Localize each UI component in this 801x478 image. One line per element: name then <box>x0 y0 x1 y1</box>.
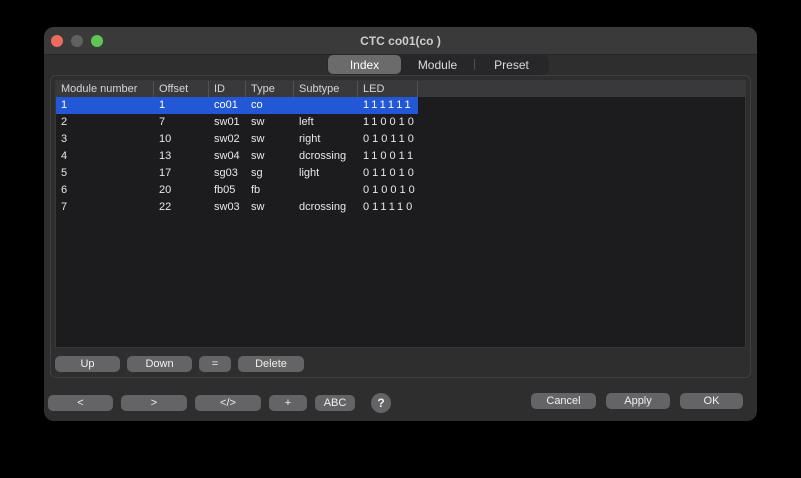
column-header-subtype[interactable]: Subtype <box>294 81 358 97</box>
up-button[interactable]: Up <box>55 356 120 372</box>
down-button[interactable]: Down <box>127 356 192 372</box>
column-header-filler <box>418 81 745 97</box>
table-row[interactable]: 620fb05fb 010010 <box>56 182 418 199</box>
tab-bar: Index Module Preset <box>327 54 549 75</box>
table-cell: fb05 <box>209 182 246 199</box>
window-title: CTC co01(co ) <box>44 27 757 55</box>
zoom-window-button[interactable] <box>91 35 103 47</box>
module-table: Module number Offset ID Type Subtype LED… <box>55 80 746 348</box>
table-cell: 17 <box>154 165 209 182</box>
next-button[interactable]: > <box>121 395 187 411</box>
table-row[interactable]: 310sw02swright010110 <box>56 131 418 148</box>
table-cell: 010110 <box>358 131 418 148</box>
table-cell <box>294 182 358 199</box>
column-header-id[interactable]: ID <box>209 81 246 97</box>
table-cell: 111111 <box>358 97 418 114</box>
column-header-led[interactable]: LED <box>358 81 418 97</box>
table-cell: sw <box>246 131 294 148</box>
table-row[interactable]: 27sw01swleft110010 <box>56 114 418 131</box>
table-cell: 3 <box>56 131 154 148</box>
table-cell: 10 <box>154 131 209 148</box>
prev-button[interactable]: < <box>48 395 113 411</box>
code-button[interactable]: </> <box>195 395 261 411</box>
minimize-window-button[interactable] <box>71 35 83 47</box>
titlebar[interactable]: CTC co01(co ) <box>44 27 757 55</box>
table-cell: 011110 <box>358 199 418 216</box>
dialog-action-buttons: Cancel Apply OK <box>531 393 743 409</box>
table-cell: 13 <box>154 148 209 165</box>
row-edit-buttons: Up Down = Delete <box>55 356 304 372</box>
column-header-type[interactable]: Type <box>246 81 294 97</box>
table-body: 11co01co11111127sw01swleft110010310sw02s… <box>56 97 745 216</box>
table-cell: sw02 <box>209 131 246 148</box>
table-cell: 4 <box>56 148 154 165</box>
table-cell: 010010 <box>358 182 418 199</box>
table-cell: right <box>294 131 358 148</box>
tab-module[interactable]: Module <box>401 55 474 74</box>
ctc-dialog-window: CTC co01(co ) Index Module Preset Module… <box>44 27 757 421</box>
table-cell: sw01 <box>209 114 246 131</box>
table-cell: dcrossing <box>294 148 358 165</box>
table-cell: sw04 <box>209 148 246 165</box>
table-cell: 1 <box>56 97 154 114</box>
table-cell: sg03 <box>209 165 246 182</box>
traffic-lights <box>51 35 103 47</box>
add-button[interactable]: + <box>269 395 307 411</box>
table-cell: co <box>246 97 294 114</box>
table-cell: co01 <box>209 97 246 114</box>
table-cell: sw <box>246 148 294 165</box>
table-cell: 110010 <box>358 114 418 131</box>
tab-preset[interactable]: Preset <box>475 55 548 74</box>
column-header-module-number[interactable]: Module number <box>56 81 154 97</box>
table-cell: sw <box>246 114 294 131</box>
table-cell: sg <box>246 165 294 182</box>
delete-button[interactable]: Delete <box>238 356 304 372</box>
table-cell: dcrossing <box>294 199 358 216</box>
table-cell: 2 <box>56 114 154 131</box>
equals-button[interactable]: = <box>199 356 231 372</box>
table-cell: 22 <box>154 199 209 216</box>
table-cell: sw <box>246 199 294 216</box>
table-cell: 011010 <box>358 165 418 182</box>
table-row[interactable]: 413sw04swdcrossing110011 <box>56 148 418 165</box>
table-cell: left <box>294 114 358 131</box>
ok-button[interactable]: OK <box>680 393 743 409</box>
column-header-offset[interactable]: Offset <box>154 81 209 97</box>
table-row[interactable]: 11co01co111111 <box>56 97 418 114</box>
table-cell: 110011 <box>358 148 418 165</box>
table-header: Module number Offset ID Type Subtype LED <box>56 81 745 97</box>
table-cell: 7 <box>56 199 154 216</box>
close-window-button[interactable] <box>51 35 63 47</box>
table-cell: 1 <box>154 97 209 114</box>
table-cell: 5 <box>56 165 154 182</box>
tab-index[interactable]: Index <box>328 55 401 74</box>
abc-button[interactable]: ABC <box>315 395 355 411</box>
table-cell: 20 <box>154 182 209 199</box>
table-cell: light <box>294 165 358 182</box>
index-panel: Module number Offset ID Type Subtype LED… <box>50 75 751 378</box>
table-cell: 7 <box>154 114 209 131</box>
cancel-button[interactable]: Cancel <box>531 393 596 409</box>
table-cell: sw03 <box>209 199 246 216</box>
navigation-buttons: < > </> + ABC ? <box>48 393 391 413</box>
apply-button[interactable]: Apply <box>606 393 670 409</box>
table-row[interactable]: 517sg03sglight011010 <box>56 165 418 182</box>
table-row[interactable]: 722sw03swdcrossing011110 <box>56 199 418 216</box>
help-button[interactable]: ? <box>371 393 391 413</box>
table-cell <box>294 97 358 114</box>
table-cell: fb <box>246 182 294 199</box>
table-cell: 6 <box>56 182 154 199</box>
